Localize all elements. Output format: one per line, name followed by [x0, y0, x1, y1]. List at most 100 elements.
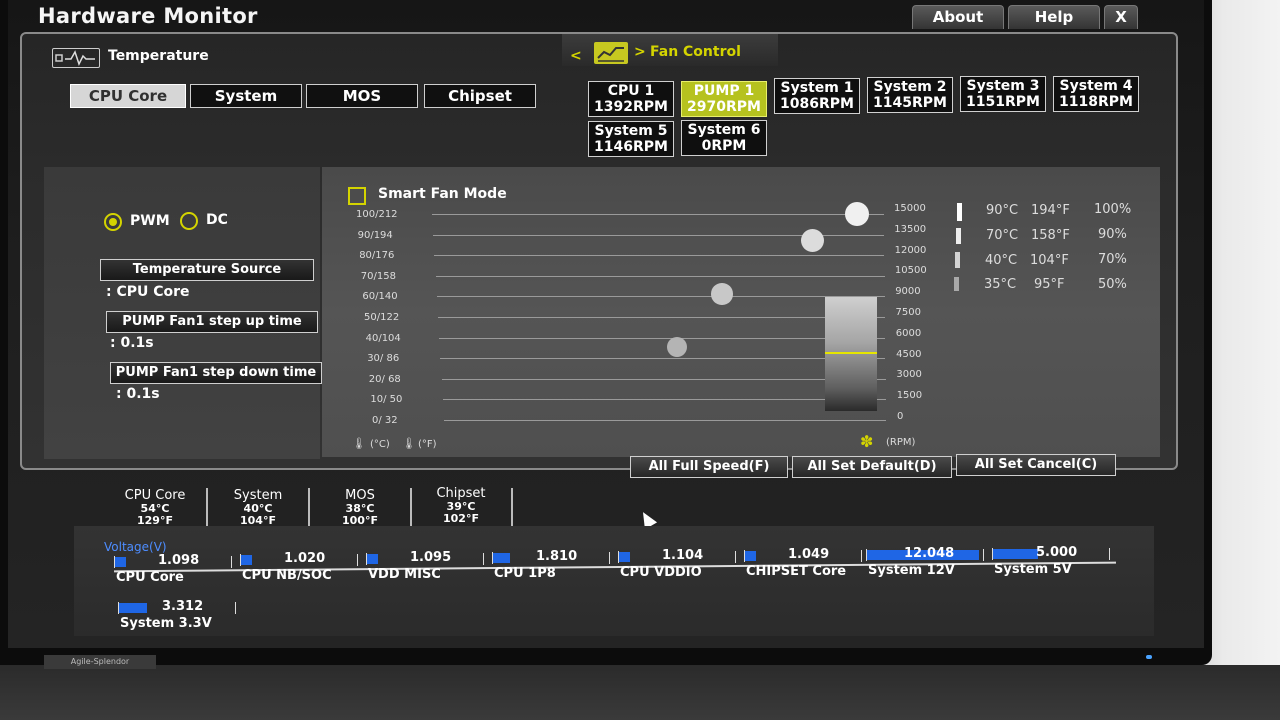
- graph-gridline: [435, 275, 885, 277]
- fan-name: CPU 1: [607, 83, 655, 99]
- about-button[interactable]: About: [912, 5, 1004, 29]
- smart-fan-mode-label: Smart Fan Mode: [378, 186, 507, 202]
- fan-button-system4[interactable]: System 4 1118RPM: [1053, 76, 1139, 112]
- dc-radio[interactable]: [180, 212, 198, 230]
- temp-readout-name: MOS: [345, 488, 375, 503]
- radio-selected-dot: [109, 218, 117, 226]
- temperature-source-button[interactable]: Temperature Source: [100, 259, 314, 281]
- fan-name: System 5: [594, 123, 668, 139]
- fan-name: System 2: [873, 79, 947, 95]
- fan-button-system6[interactable]: System 6 0RPM: [681, 120, 767, 156]
- voltage-name: VDD MISC: [368, 567, 441, 582]
- graph-gridline: [434, 255, 885, 257]
- rpm-tick-label: 4500: [896, 348, 922, 360]
- fan-name: System 4: [1059, 78, 1133, 94]
- fan-rpm: 1392RPM: [594, 99, 668, 115]
- fan-button-cpu1[interactable]: CPU 1 1392RPM: [588, 81, 674, 117]
- rpm-unit: (RPM): [886, 437, 916, 448]
- temperature-tick-label: 10/ 50: [370, 394, 403, 406]
- fan-button-pump1[interactable]: PUMP 1 2970RPM: [681, 81, 767, 117]
- legend-temp-f: 194°F: [1031, 203, 1070, 218]
- legend-pct: 70%: [1098, 252, 1127, 267]
- close-button[interactable]: X: [1104, 5, 1138, 29]
- rpm-tick-label: 6000: [895, 327, 922, 339]
- fan-rpm: 1146RPM: [594, 139, 668, 155]
- temperature-tick-label: 70/158: [360, 270, 396, 282]
- graph-gridline: [438, 317, 885, 318]
- fan-control-section-label: Fan Control: [650, 44, 741, 60]
- voltage-bar-fill: [619, 552, 630, 562]
- pwm-label: PWM: [130, 213, 170, 229]
- legend-temp-c: 70°C: [986, 228, 1019, 243]
- tab-system[interactable]: System: [190, 84, 302, 108]
- dc-label: DC: [206, 212, 228, 228]
- fan-button-system3[interactable]: System 3 1151RPM: [960, 76, 1046, 112]
- desk: [0, 665, 1280, 720]
- help-button[interactable]: Help: [1008, 5, 1100, 29]
- temp-readout-cpu-core: CPU Core 54°C 129°F: [105, 488, 205, 527]
- rpm-tick-label: 10500: [894, 265, 927, 277]
- fan-button-system2[interactable]: System 2 1145RPM: [867, 77, 953, 113]
- smart-fan-mode-checkbox[interactable]: [348, 187, 366, 205]
- voltage-value: 5.000: [1036, 545, 1078, 560]
- legend-temp-c: 90°C: [986, 203, 1019, 218]
- step-down-time-button[interactable]: PUMP Fan1 step down time: [110, 362, 322, 384]
- temp-readout-name: CPU Core: [124, 488, 186, 503]
- current-rpm-meter: [825, 297, 877, 411]
- legend-bar-4: [954, 277, 959, 291]
- chevron-left-icon[interactable]: <: [570, 48, 582, 64]
- temperature-tick-label: 0/ 32: [372, 415, 398, 426]
- voltage-name: CPU NB/SOC: [242, 568, 332, 583]
- rpm-tick-label: 3000: [896, 369, 922, 381]
- voltage-name: System 3.3V: [120, 616, 212, 631]
- voltage-name: CHIPSET Core: [746, 564, 847, 579]
- fan-curve-point[interactable]: [667, 337, 687, 357]
- all-set-default-button[interactable]: All Set Default(D): [792, 456, 952, 478]
- pwm-radio[interactable]: [104, 213, 122, 231]
- legend-temp-f: 95°F: [1034, 277, 1065, 292]
- fan-button-system1[interactable]: System 1 1086RPM: [774, 78, 860, 114]
- temp-readout-name: System: [233, 488, 283, 503]
- voltage-value: 1.095: [410, 550, 452, 565]
- temperature-tick-label: 50/122: [364, 312, 400, 323]
- voltage-value: 1.810: [536, 549, 578, 564]
- temperature-tick-label: 60/140: [362, 291, 398, 303]
- tab-mos[interactable]: MOS: [306, 84, 418, 108]
- step-up-time-value: : 0.1s: [110, 335, 154, 351]
- legend-temp-c: 40°C: [985, 253, 1018, 268]
- current-rpm-marker: [825, 352, 877, 354]
- voltage-bar-fill: [367, 554, 378, 564]
- voltage-value: 1.020: [284, 551, 326, 566]
- step-up-time-button[interactable]: PUMP Fan1 step up time: [106, 311, 318, 333]
- step-down-time-value: : 0.1s: [116, 386, 160, 402]
- all-full-speed-button[interactable]: All Full Speed(F): [630, 456, 788, 478]
- temperature-tick-label: 30/ 86: [367, 353, 400, 365]
- legend-bar-2: [956, 228, 961, 244]
- rpm-tick-label: 9000: [895, 286, 921, 298]
- chevron-right-icon[interactable]: >: [634, 44, 646, 60]
- legend-temp-c: 35°C: [984, 277, 1017, 292]
- fan-curve-point[interactable]: [800, 229, 824, 253]
- graph-gridline: [440, 358, 886, 360]
- fan-curve-point[interactable]: [844, 201, 870, 227]
- rpm-tick-label: 15000: [894, 203, 926, 214]
- fan-rpm: 2970RPM: [687, 99, 761, 115]
- temperature-icon: [52, 48, 100, 68]
- temperature-tick-label: 100/212: [356, 209, 398, 220]
- temperature-source-value: : CPU Core: [106, 284, 190, 300]
- voltage-value: 1.049: [788, 547, 830, 562]
- fan-name: PUMP 1: [693, 83, 755, 99]
- rpm-tick-label: 0: [897, 411, 904, 422]
- tab-cpu-core[interactable]: CPU Core: [70, 84, 186, 108]
- all-set-cancel-button[interactable]: All Set Cancel(C): [956, 454, 1116, 476]
- fan-button-system5[interactable]: System 5 1146RPM: [588, 121, 674, 157]
- voltage-name: CPU Core: [116, 570, 184, 585]
- legend-bar-3: [955, 252, 960, 268]
- fan-curve-point[interactable]: [711, 283, 733, 305]
- voltage-panel: Voltage(V) 1.098 CPU Core 1.020 CPU NB/SOC 1…: [74, 526, 1154, 636]
- graph-gridline: [441, 378, 886, 380]
- fan-rpm: 1145RPM: [873, 95, 947, 111]
- fan-rpm: 1086RPM: [780, 96, 854, 112]
- main-panel: Temperature CPU Core System MOS Chipset …: [20, 32, 1178, 470]
- tab-chipset[interactable]: Chipset: [424, 84, 536, 108]
